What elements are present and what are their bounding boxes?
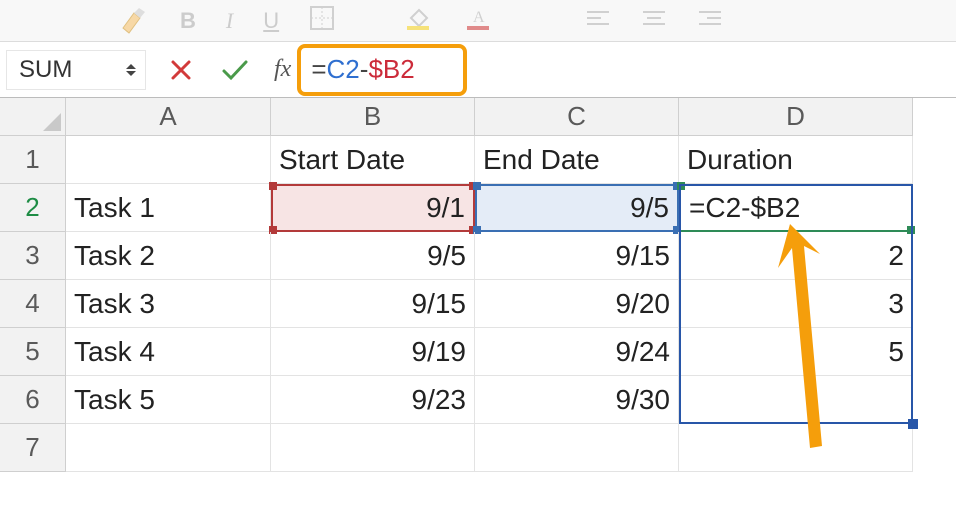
cell-b5[interactable]: 9/19 (271, 328, 475, 376)
cell-c2-value: 9/5 (630, 192, 669, 224)
formula-token-op: - (360, 54, 369, 85)
col-header-b[interactable]: B (271, 98, 475, 136)
name-box-stepper[interactable] (125, 62, 137, 78)
name-box[interactable]: SUM (6, 50, 146, 90)
row-7: 7 (0, 424, 956, 472)
cell-b2[interactable]: 9/1 (271, 184, 475, 232)
ribbon-toolbar: B I U A (0, 0, 956, 42)
italic-button[interactable]: I (226, 8, 233, 34)
svg-text:A: A (473, 9, 485, 26)
row-3: 3 Task 2 9/5 9/15 2 (0, 232, 956, 280)
cell-b6[interactable]: 9/23 (271, 376, 475, 424)
cell-b2-value: 9/1 (426, 192, 465, 224)
align-center-icon[interactable] (641, 8, 667, 34)
cell-d5[interactable]: 5 (679, 328, 913, 376)
bold-button[interactable]: B (180, 8, 196, 34)
cell-d2[interactable]: =C2-$B2 (679, 184, 913, 232)
row-header-6[interactable]: 6 (0, 376, 66, 424)
cell-d6[interactable] (679, 376, 913, 424)
formula-bar: SUM fx =C2-$B2 (0, 42, 956, 98)
cell-c7[interactable] (475, 424, 679, 472)
formula-token-b2: $B2 (368, 54, 414, 85)
formula-input[interactable]: =C2-$B2 (297, 44, 467, 96)
spreadsheet-grid[interactable]: A B C D 1 Start Date End Date Duration 2… (0, 98, 956, 472)
name-box-value: SUM (19, 56, 72, 84)
col-header-d[interactable]: D (679, 98, 913, 136)
row-header-4[interactable]: 4 (0, 280, 66, 328)
borders-icon[interactable] (309, 5, 335, 37)
cell-a2[interactable]: Task 1 (66, 184, 271, 232)
align-left-icon[interactable] (585, 8, 611, 34)
cell-c4[interactable]: 9/20 (475, 280, 679, 328)
cell-a6[interactable]: Task 5 (66, 376, 271, 424)
select-all-corner[interactable] (0, 98, 66, 136)
row-header-2[interactable]: 2 (0, 184, 66, 232)
row-1: 1 Start Date End Date Duration (0, 136, 956, 184)
row-5: 5 Task 4 9/19 9/24 5 (0, 328, 956, 376)
cell-c2[interactable]: 9/5 (475, 184, 679, 232)
cell-a1[interactable] (66, 136, 271, 184)
chevron-up-icon (125, 62, 137, 70)
row-4: 4 Task 3 9/15 9/20 3 (0, 280, 956, 328)
cell-d3[interactable]: 2 (679, 232, 913, 280)
row-header-3[interactable]: 3 (0, 232, 66, 280)
align-right-icon[interactable] (697, 8, 723, 34)
cell-a7[interactable] (66, 424, 271, 472)
col-header-a[interactable]: A (66, 98, 271, 136)
formula-token-eq: = (311, 54, 326, 85)
col-header-c[interactable]: C (475, 98, 679, 136)
row-header-1[interactable]: 1 (0, 136, 66, 184)
cell-b1[interactable]: Start Date (271, 136, 475, 184)
underline-button[interactable]: U (263, 8, 279, 34)
cell-a3[interactable]: Task 2 (66, 232, 271, 280)
cell-a5[interactable]: Task 4 (66, 328, 271, 376)
format-painter-icon (120, 8, 150, 34)
font-color-icon[interactable]: A (465, 6, 495, 36)
confirm-formula-button[interactable] (220, 58, 250, 82)
cell-c1[interactable]: End Date (475, 136, 679, 184)
fill-color-icon[interactable] (405, 6, 435, 36)
cell-a4[interactable]: Task 3 (66, 280, 271, 328)
cancel-formula-button[interactable] (166, 58, 196, 82)
row-header-5[interactable]: 5 (0, 328, 66, 376)
chevron-down-icon (125, 70, 137, 78)
cell-d4[interactable]: 3 (679, 280, 913, 328)
column-headers: A B C D (0, 98, 956, 136)
row-6: 6 Task 5 9/23 9/30 (0, 376, 956, 424)
cell-c5[interactable]: 9/24 (475, 328, 679, 376)
cell-b7[interactable] (271, 424, 475, 472)
row-2: 2 Task 1 9/1 9/5 =C2-$B2 (0, 184, 956, 232)
fx-label[interactable]: fx (274, 56, 291, 83)
cell-d2-value: =C2-$B2 (689, 192, 800, 224)
formula-token-c2: C2 (327, 54, 360, 85)
cell-d1[interactable]: Duration (679, 136, 913, 184)
cell-c6[interactable]: 9/30 (475, 376, 679, 424)
cell-c3[interactable]: 9/15 (475, 232, 679, 280)
cell-b3[interactable]: 9/5 (271, 232, 475, 280)
cell-b4[interactable]: 9/15 (271, 280, 475, 328)
cell-d7[interactable] (679, 424, 913, 472)
selection-fill-handle[interactable] (908, 419, 918, 429)
row-header-7[interactable]: 7 (0, 424, 66, 472)
